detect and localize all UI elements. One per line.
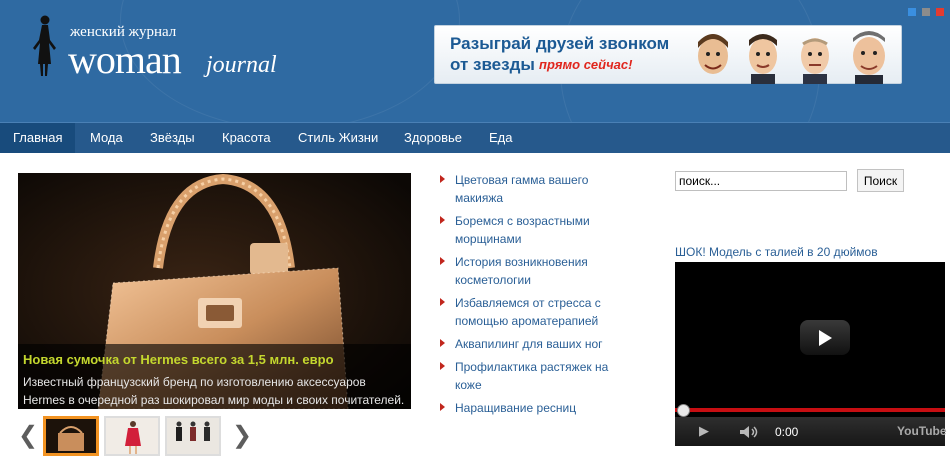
color-scheme-blue-button[interactable] [908, 8, 916, 16]
article-link[interactable]: Профилактика растяжек на коже [455, 360, 608, 392]
color-scheme-gray-button[interactable] [922, 8, 930, 16]
slider-next-icon[interactable]: ❯ [232, 424, 252, 448]
list-item[interactable]: Боремся с возрастными морщинами [440, 212, 630, 248]
list-item[interactable]: Цветовая гамма вашего макияжа [440, 171, 630, 207]
logo-name-suffix: journal [206, 52, 277, 78]
slider-prev-icon[interactable]: ❮ [18, 424, 38, 448]
main-nav: Главная Мода Звёзды Красота Стиль Жизни … [0, 122, 950, 153]
search-input[interactable] [675, 171, 847, 191]
list-item[interactable]: Профилактика растяжек на коже [440, 358, 630, 394]
video-time: 0:00 [775, 425, 799, 439]
volume-icon[interactable] [739, 425, 761, 439]
thumbnail-handbag[interactable] [43, 416, 99, 456]
thumbnail-runway-models[interactable] [165, 416, 221, 456]
list-item[interactable]: Избавляемся от стресса с помощью аромате… [440, 294, 630, 330]
logo-name: woman [68, 37, 182, 82]
bullet-arrow-icon [440, 257, 445, 265]
video-controls: ▶ 0:00 YouTube [675, 417, 947, 446]
bullet-arrow-icon [440, 403, 445, 411]
list-item[interactable]: Наращивание ресниц [440, 399, 630, 417]
search-button[interactable]: Поиск [857, 169, 904, 192]
bullet-arrow-icon [440, 216, 445, 224]
woman-silhouette-icon [33, 15, 56, 76]
play-icon[interactable]: ▶ [699, 423, 709, 439]
article-link[interactable]: История возникновения косметологии [455, 255, 588, 287]
article-link[interactable]: Цветовая гамма вашего макияжа [455, 173, 588, 205]
nav-item-lifestyle[interactable]: Стиль Жизни [298, 123, 378, 153]
nav-item-beauty[interactable]: Красота [222, 123, 271, 153]
slide-title[interactable]: Новая сумочка от Hermes всего за 1,5 млн… [23, 352, 334, 367]
bullet-arrow-icon [440, 362, 445, 370]
list-item[interactable]: Аквапилинг для ваших ног [440, 335, 630, 353]
article-links: Цветовая гамма вашего макияжа Боремся с … [440, 171, 630, 422]
bullet-arrow-icon [440, 339, 445, 347]
nav-item-food[interactable]: Еда [489, 123, 513, 153]
slide-text: Известный французский бренд по изготовле… [23, 375, 405, 407]
list-item[interactable]: История возникновения косметологии [440, 253, 630, 289]
video-title-link[interactable]: ШОК! Модель с талией в 20 дюймов [675, 245, 878, 259]
banner-line-1: Разыграй друзей звонком [450, 34, 670, 53]
youtube-logo[interactable]: YouTube [897, 424, 947, 438]
article-link[interactable]: Боремся с возрастными морщинами [455, 214, 590, 246]
color-scheme-red-button[interactable] [936, 8, 944, 16]
nav-item-fashion[interactable]: Мода [90, 123, 123, 153]
caricature-faces-image [698, 31, 885, 84]
article-link[interactable]: Наращивание ресниц [455, 401, 576, 415]
video-player[interactable]: ▶ 0:00 YouTube [675, 262, 947, 446]
article-link[interactable]: Избавляемся от стресса с помощью аромате… [455, 296, 601, 328]
bullet-arrow-icon [440, 298, 445, 306]
nav-item-stars[interactable]: Звёзды [150, 123, 195, 153]
featured-slide[interactable]: Новая сумочка от Hermes всего за 1,5 млн… [18, 173, 411, 409]
article-link[interactable]: Аквапилинг для ваших ног [455, 337, 603, 351]
play-button-icon[interactable] [800, 320, 850, 355]
slide-caption: Новая сумочка от Hermes всего за 1,5 млн… [18, 344, 411, 409]
thumbnail-model-red-dress[interactable] [104, 416, 160, 456]
video-progress-bar[interactable] [675, 408, 945, 412]
ad-banner[interactable]: Разыграй друзей звонком от звезды прямо … [434, 25, 902, 84]
site-logo[interactable]: женский журнал woman journal [30, 14, 320, 84]
video-scrubber-handle[interactable] [677, 404, 690, 417]
banner-line-3: прямо сейчас! [539, 57, 633, 72]
nav-item-home[interactable]: Главная [0, 123, 76, 153]
site-header: женский журнал woman journal Разыграй др… [0, 0, 950, 122]
banner-line-2: от звезды [450, 55, 535, 74]
bullet-arrow-icon [440, 175, 445, 183]
nav-item-health[interactable]: Здоровье [404, 123, 462, 153]
